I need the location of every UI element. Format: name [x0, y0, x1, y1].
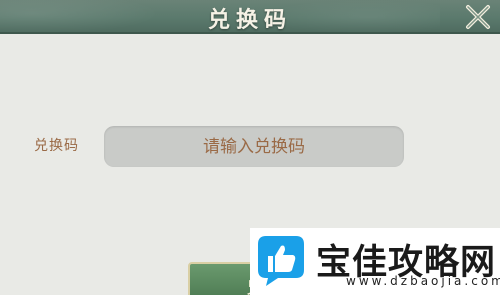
dialog-header: 兑换码	[0, 0, 500, 34]
close-x-icon	[466, 5, 490, 29]
redeem-code-label: 兑换码	[34, 138, 79, 154]
close-button[interactable]	[464, 3, 492, 31]
thumbs-up-icon	[258, 236, 304, 286]
watermark-banner: 宝佳攻略网 www.dzbaojia.com	[250, 228, 500, 295]
dialog-title: 兑换码	[207, 7, 292, 33]
redeem-code-dialog: 兑换码 兑换码 兑 宝佳攻略网 www.dzbaojia.com	[0, 0, 500, 295]
watermark-url: www.dzbaojia.com	[346, 274, 500, 288]
redeem-code-input[interactable]	[104, 126, 404, 167]
